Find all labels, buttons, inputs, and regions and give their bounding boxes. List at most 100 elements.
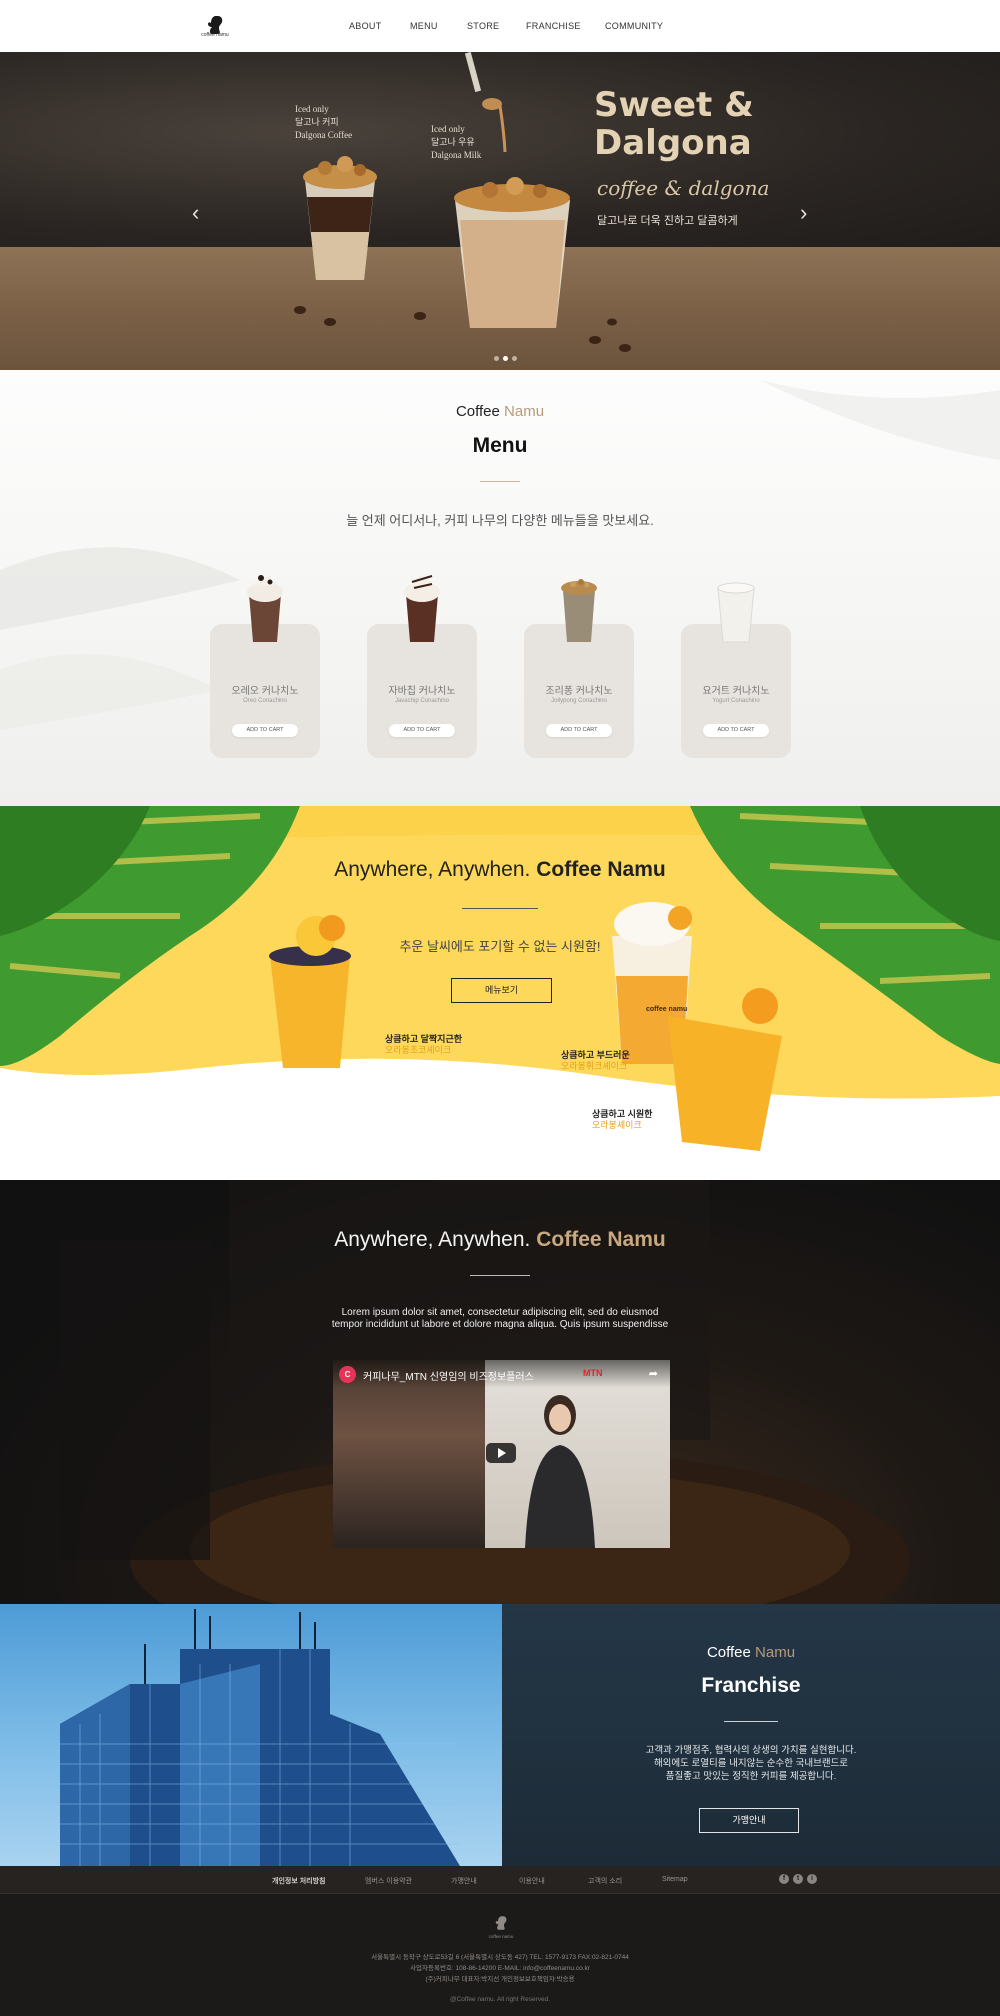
building-illustration (60, 1609, 460, 1866)
cup2-label-line: Dalgona Milk (431, 150, 482, 160)
card-name: 오레오 커나치노 (231, 686, 299, 697)
play-icon[interactable] (486, 1443, 516, 1463)
add-to-cart-button[interactable]: ADD TO CART (703, 724, 769, 737)
footer-link-terms[interactable]: 멤버스 이용약관 (365, 1876, 412, 1886)
chevron-right-icon[interactable]: › (800, 200, 807, 226)
video-player[interactable]: C 커피나무_MTN 신영임의 비즈정보플러스 MTN ➦ (333, 1360, 670, 1548)
slide-dot[interactable] (512, 356, 517, 361)
video-title-text[interactable]: 커피나무_MTN 신영임의 비즈정보플러스 (363, 1368, 534, 1383)
brand-coffee: Coffee (706, 1644, 751, 1661)
video-desc-line: Lorem ipsum dolor sit amet, consectetur … (341, 1307, 659, 1318)
nav-store[interactable]: STORE (467, 21, 499, 31)
add-to-cart-button[interactable]: ADD TO CART (232, 724, 298, 737)
menu-section: Coffee Namu Menu 늘 언제 어디서나, 커피 나무의 다양한 메… (0, 370, 1000, 806)
promo-title-b: Coffee Namu (536, 858, 666, 881)
brand-coffee: Coffee (455, 403, 500, 420)
franchise-brand: Coffee Namu (502, 1644, 1000, 1661)
footer-logo-text: coffee namu (488, 1934, 514, 1939)
cup2-label-line: Iced only (431, 124, 465, 134)
menu-card-javachip[interactable]: 자바칩 커나치노 Javachip Conachino ADD TO CART (367, 575, 477, 758)
site-footer: 개인정보 처리방침 멤버스 이용약관 가맹안내 이용안내 고객의 소리 Site… (0, 1866, 1000, 2016)
franchise-desc-line: 고객과 가맹점주, 협력사의 상생의 가치를 실현합니다. (645, 1745, 857, 1756)
footer-info-line: 서울특별시 동작구 상도로53길 6 (서울특별시 상도동 427) TEL: … (371, 1954, 629, 1961)
video-divider (470, 1275, 530, 1276)
share-icon[interactable]: ➦ (649, 1367, 658, 1380)
promo-section: Anywhere, Anywhen. Coffee Namu 추운 날씨에도 포… (0, 806, 1000, 1180)
cup2-label-line: 달고나 우유 (431, 137, 475, 147)
video-title: Anywhere, Anywhen. Coffee Namu (0, 1228, 1000, 1252)
promo-tag-top: 상큼하고 달짝지근한 (385, 1034, 463, 1044)
promo-title: Anywhere, Anywhen. Coffee Namu (0, 858, 1000, 882)
hero-title: Sweet & Dalgona (594, 86, 754, 162)
nav-about[interactable]: ABOUT (349, 21, 382, 31)
video-thumbnail-left (333, 1360, 485, 1548)
promo-tag-bottom: 오라봉초코셰이크 (385, 1045, 452, 1055)
site-header: coffee namu ABOUT MENU STORE FRANCHISE C… (0, 0, 1000, 52)
instagram-icon[interactable]: i (807, 1874, 817, 1884)
footer-company-info: 서울특별시 동작구 상도로53길 6 (서울특별시 상도동 427) TEL: … (0, 1952, 1000, 1985)
footer-logo-icon (492, 1914, 510, 1934)
channel-avatar[interactable]: C (339, 1366, 356, 1383)
slide-dot-active[interactable] (503, 356, 508, 361)
slide-dot[interactable] (494, 356, 499, 361)
nav-menu[interactable]: MENU (410, 21, 438, 31)
promo-tag-top: 상큼하고 시원한 (592, 1109, 653, 1119)
promo-description: 추운 날씨에도 포기할 수 없는 시원함! (399, 939, 601, 954)
menu-title: Menu (472, 434, 528, 457)
card-en-name: Jollypong Conachino (551, 698, 607, 704)
franchise-section: Coffee Namu Franchise 고객과 가맹점주, 협력사의 상생의… (0, 1604, 1000, 1866)
cup1-label-line: Dalgona Coffee (295, 130, 353, 140)
card-name: 자바칩 커나치노 (388, 686, 456, 697)
facebook-icon[interactable]: f (779, 1874, 789, 1884)
chevron-left-icon[interactable]: ‹ (192, 200, 199, 226)
footer-link-guide[interactable]: 이용안내 (519, 1876, 545, 1886)
promo-divider (462, 908, 538, 909)
hero-drinks-illustration (294, 52, 631, 352)
promo-tag-bottom: 오라봉셰이크 (592, 1120, 642, 1130)
video-title-b: Coffee Namu (536, 1228, 666, 1251)
jollypong-drink-image (561, 579, 597, 642)
brand-namu: Namu (504, 403, 545, 420)
franchise-description: 고객과 가맹점주, 협력사의 상생의 가치를 실현합니다. 해외에도 로열티를 … (502, 1744, 1000, 1783)
footer-link-franchise[interactable]: 가맹안내 (451, 1876, 477, 1886)
hero-title-line: Dalgona (594, 123, 752, 163)
oreo-drink-image (247, 575, 283, 642)
footer-links-bar: 개인정보 처리방침 멤버스 이용약관 가맹안내 이용안내 고객의 소리 Site… (0, 1866, 1000, 1894)
nav-community[interactable]: COMMUNITY (605, 21, 663, 31)
footer-link-voice[interactable]: 고객의 소리 (588, 1876, 622, 1886)
brand-namu: Namu (755, 1644, 796, 1661)
slide-indicators (492, 348, 519, 366)
add-to-cart-button[interactable]: ADD TO CART (389, 724, 455, 737)
promo-tag: 상큼하고 달짝지근한 오라봉초코셰이크 (385, 1034, 462, 1056)
franchise-desc-line: 품질좋고 맛있는 정직한 커피를 제공합니다. (665, 1771, 837, 1782)
franchise-title: Franchise (701, 1674, 801, 1697)
twitter-icon[interactable]: t (793, 1874, 803, 1884)
card-name: 조리퐁 커나치노 (545, 686, 613, 697)
mtn-mark: MTN (583, 1368, 603, 1378)
cup-brand-text: coffee namu (646, 1006, 688, 1013)
menu-divider (480, 481, 520, 482)
footer-link-privacy[interactable]: 개인정보 처리방침 (272, 1876, 325, 1886)
footer-link-sitemap[interactable]: Sitemap (662, 1876, 688, 1883)
promo-tag: 상큼하고 시원한 오라봉셰이크 (592, 1109, 652, 1131)
nav-franchise[interactable]: FRANCHISE (526, 21, 581, 31)
card-en-name: Oreo Conachino (243, 698, 287, 704)
menu-card-oreo[interactable]: 오레오 커나치노 Oreo Conachino ADD TO CART (210, 575, 320, 758)
footer-info-line: (주)커피나무 대표자:박지선 개인정보보호책임자:박승용 (425, 1976, 575, 1983)
video-section: Anywhere, Anywhen. Coffee Namu Lorem ips… (0, 1180, 1000, 1604)
add-to-cart-button[interactable]: ADD TO CART (546, 724, 612, 737)
video-desc-line: tempor incididunt ut labore et dolore ma… (331, 1319, 669, 1330)
hero-tagline: 달고나로 더욱 진하고 달콤하게 (597, 215, 738, 227)
yogurt-drink-image (717, 582, 755, 643)
view-menu-button[interactable]: 메뉴보기 (451, 978, 552, 1003)
footer-copyright: @Coffee namu. All right Reserved. (449, 1996, 551, 2003)
card-en-name: Yogurt Conachino (712, 698, 760, 704)
card-name: 요거트 커나치노 (702, 686, 770, 697)
menu-card-jollypong[interactable]: 조리퐁 커나치노 Jollypong Conachino ADD TO CART (524, 579, 634, 758)
franchise-info-button[interactable]: 가맹안내 (699, 1808, 799, 1833)
building-image (0, 1604, 502, 1866)
cup1-label-line: 달고나 커피 (295, 117, 339, 127)
footer-info-line: 사업자등록번호: 108-86-14200 E-MAIL: info@coffe… (410, 1965, 590, 1972)
menu-card-yogurt[interactable]: 요거트 커나치노 Yogurt Conachino ADD TO CART (681, 582, 791, 758)
promo-tag: 상큼하고 부드러운 오라봉휘크셰이크 (561, 1050, 630, 1072)
